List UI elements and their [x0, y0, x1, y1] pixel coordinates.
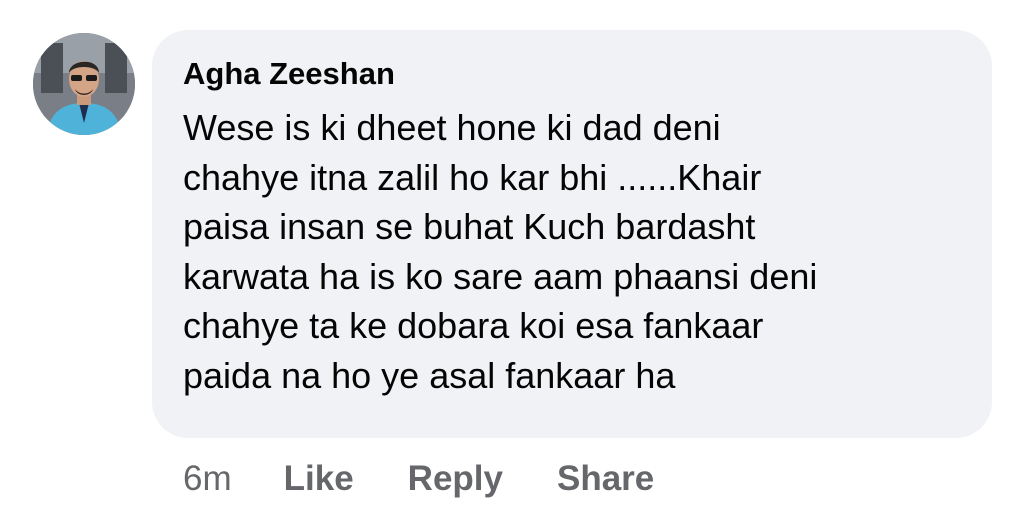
comment-text-line: Wese is ki dheet hone ki dad deni — [183, 107, 721, 148]
comment-timestamp[interactable]: 6m — [183, 459, 232, 499]
comment-author-name[interactable]: Agha Zeeshan — [183, 56, 395, 92]
like-button[interactable]: Like — [284, 459, 354, 499]
comment-text-line: paida na ho ye asal fankaar ha — [183, 354, 676, 396]
comment-text-line: karwata ha is ko sare aam phaansi deni — [183, 255, 818, 297]
comment-text: Wese is ki dheet hone ki dad deni chahye… — [183, 103, 983, 400]
comment-text-line: chahye itna zalil ho kar bhi ......Khair — [183, 156, 762, 198]
comment-actions: 6m Like Reply Share — [183, 455, 654, 503]
comment-text-line: paisa insan se buhat Kuch bardasht — [183, 206, 756, 247]
avatar[interactable] — [33, 33, 135, 135]
comment-bubble: Agha Zeeshan Wese is ki dheet hone ki da… — [152, 30, 992, 438]
reply-button[interactable]: Reply — [408, 459, 503, 499]
share-button[interactable]: Share — [557, 459, 654, 499]
comment-text-line: chahye ta ke dobara koi esa fankaar — [183, 305, 764, 346]
profile-photo-image — [33, 33, 135, 135]
